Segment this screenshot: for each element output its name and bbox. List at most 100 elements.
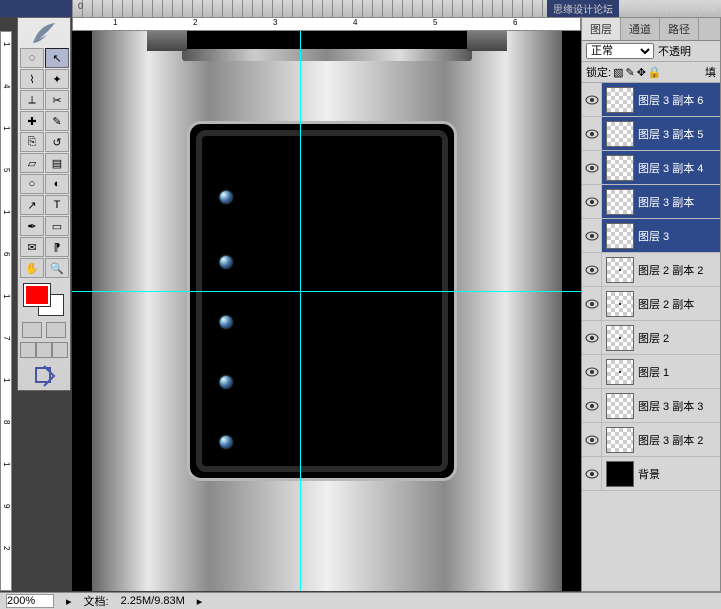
watermark-url: WWW.MISSYUAN.COM [619,4,721,14]
visibility-toggle[interactable] [582,185,602,218]
layer-name: 图层 3 副本 3 [638,398,720,414]
visibility-toggle[interactable] [582,253,602,286]
tool-clone[interactable]: ⎘ [20,132,44,152]
layer-name: 背景 [638,466,720,482]
tool-crop[interactable]: ⟂ [20,90,44,110]
lock-trans-icon[interactable]: ▧ [613,66,623,79]
tool-dodge[interactable]: ◐ [45,174,69,194]
layer-row[interactable]: 图层 3 副本 [582,185,720,219]
layer-row[interactable]: 背景 [582,457,720,491]
tool-marquee[interactable]: ◌ [20,48,44,68]
tool-eyedrop[interactable]: ⁋ [45,237,69,257]
artwork-gem [220,256,232,268]
layer-thumbnail[interactable] [606,359,634,385]
tool-gradient[interactable]: ▤ [45,153,69,173]
tool-blur[interactable]: ○ [20,174,44,194]
tool-heal[interactable]: ✚ [20,111,44,131]
artwork-gem [220,191,232,203]
tool-wand[interactable]: ✦ [45,69,69,89]
jump-to-icon[interactable] [20,364,68,388]
visibility-toggle[interactable] [582,389,602,422]
doc-size: 2.25M/9.83M [121,595,185,607]
layer-thumbnail[interactable] [606,223,634,249]
layer-list[interactable]: 图层 3 副本 6 图层 3 副本 5 图层 3 副本 4 图层 3 副本 图层… [582,83,720,591]
visibility-toggle[interactable] [582,83,602,116]
screen-mode[interactable] [20,342,68,358]
layer-thumbnail[interactable] [606,291,634,317]
tool-type[interactable]: T [45,195,69,215]
color-swatches[interactable] [20,284,68,318]
layer-thumbnail[interactable] [606,427,634,453]
lock-all-icon[interactable]: 🔒 [648,66,662,79]
tool-eraser[interactable]: ▱ [20,153,44,173]
lock-label: 锁定: [586,64,611,80]
visibility-toggle[interactable] [582,457,602,490]
layer-row[interactable]: 图层 3 副本 3 [582,389,720,423]
layer-name: 图层 3 [638,228,720,244]
layer-row[interactable]: 图层 3 副本 6 [582,83,720,117]
tool-shape[interactable]: ▭ [45,216,69,236]
visibility-toggle[interactable] [582,219,602,252]
blend-mode-select[interactable]: 正常 [586,43,654,59]
visibility-toggle[interactable] [582,355,602,388]
tool-path[interactable]: ↗ [20,195,44,215]
layer-row[interactable]: 图层 3 [582,219,720,253]
layer-thumbnail[interactable] [606,155,634,181]
toolbox: ◌↖⌇✦⟂✂✚✎⎘↺▱▤○◐↗T✒▭✉⁋✋🔍 [17,17,71,391]
visibility-toggle[interactable] [582,321,602,354]
tool-move[interactable]: ↖ [45,48,69,68]
tool-slice[interactable]: ✂ [45,90,69,110]
canvas[interactable] [72,31,582,591]
layer-row[interactable]: 图层 2 [582,321,720,355]
layer-row[interactable]: 图层 2 副本 [582,287,720,321]
layer-name: 图层 3 副本 2 [638,432,720,448]
layer-thumbnail[interactable] [606,87,634,113]
visibility-toggle[interactable] [582,287,602,320]
tool-hand[interactable]: ✋ [20,258,44,278]
top-chrome: 0 思缘设计论坛 WWW.MISSYUAN.COM [0,0,721,17]
layer-thumbnail[interactable] [606,121,634,147]
panel-tab[interactable]: 路径 [660,18,699,40]
layer-row[interactable]: 图层 3 副本 5 [582,117,720,151]
layer-name: 图层 3 副本 5 [638,126,720,142]
guide-vertical[interactable] [300,31,301,591]
ruler-vertical[interactable]: 1415161718192 [0,31,12,591]
fill-label: 填 [705,64,716,80]
guide-horizontal[interactable] [72,291,582,292]
tool-lasso[interactable]: ⌇ [20,69,44,89]
option-bar-ticks: 0 [72,0,547,17]
layer-row[interactable]: 图层 1 [582,355,720,389]
zoom-input[interactable] [6,594,54,608]
layer-thumbnail[interactable] [606,461,634,487]
lock-move-icon[interactable]: ✥ [637,66,646,79]
opacity-label: 不透明 [658,43,691,59]
visibility-toggle[interactable] [582,151,602,184]
tool-history[interactable]: ↺ [45,132,69,152]
layer-name: 图层 3 副本 4 [638,160,720,176]
layer-name: 图层 3 副本 6 [638,92,720,108]
visibility-toggle[interactable] [582,117,602,150]
artwork-watch-body [92,31,562,591]
doc-label: 文档: [84,593,109,609]
layer-thumbnail[interactable] [606,257,634,283]
panel-tab[interactable]: 通道 [621,18,660,40]
tool-notes[interactable]: ✉ [20,237,44,257]
tool-pen[interactable]: ✒ [20,216,44,236]
fg-swatch[interactable] [24,284,50,306]
forum-tag: 思缘设计论坛 [547,0,619,17]
tool-zoom[interactable]: 🔍 [45,258,69,278]
layer-name: 图层 2 副本 [638,296,720,312]
layer-thumbnail[interactable] [606,189,634,215]
layer-row[interactable]: 图层 2 副本 2 [582,253,720,287]
layer-thumbnail[interactable] [606,393,634,419]
status-bar: ▸ 文档: 2.25M/9.83M ▸ [0,592,721,609]
layer-row[interactable]: 图层 3 副本 2 [582,423,720,457]
layer-thumbnail[interactable] [606,325,634,351]
panel-tab[interactable]: 图层 [582,18,621,40]
visibility-toggle[interactable] [582,423,602,456]
ruler-horizontal[interactable]: 123456 [72,17,581,31]
mask-mode[interactable] [20,322,68,338]
layer-row[interactable]: 图层 3 副本 4 [582,151,720,185]
lock-paint-icon[interactable]: ✎ [625,66,634,79]
tool-brush[interactable]: ✎ [45,111,69,131]
